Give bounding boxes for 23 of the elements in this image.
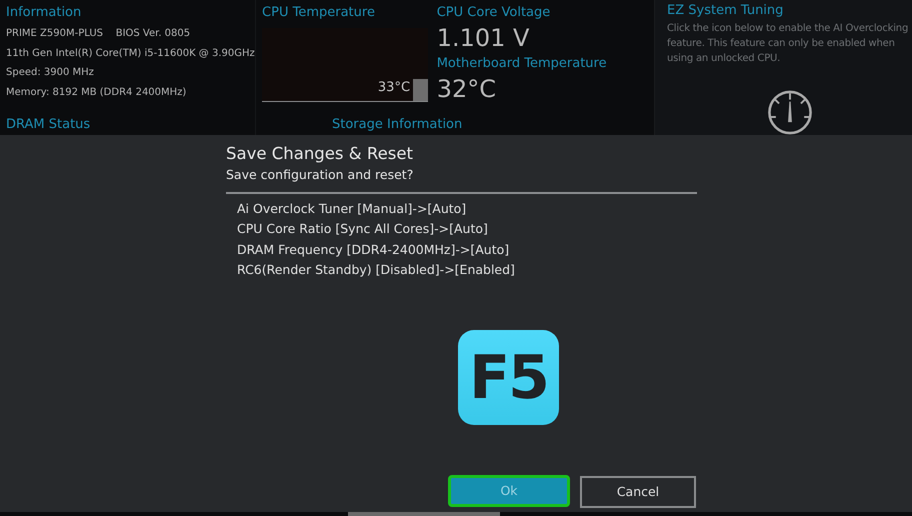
voltage-value: 1.101 V xyxy=(436,23,530,54)
change-item: Ai Overclock Tuner [Manual]->[Auto] xyxy=(237,200,468,218)
info-text: Speed: 3900 MHz xyxy=(6,66,94,80)
section-title: Information xyxy=(6,4,82,22)
section-title: Motherboard Temperature xyxy=(436,55,608,73)
section-title: CPU Temperature xyxy=(262,4,376,22)
f5-key-icon: F5 xyxy=(458,330,559,426)
section-title: Storage Information xyxy=(332,116,464,134)
cancel-button[interactable]: Cancel xyxy=(580,476,696,508)
section-title: EZ System Tuning xyxy=(667,2,784,20)
change-item: RC6(Render Standby) [Disabled]->[Enabled] xyxy=(237,260,516,279)
info-text: Memory: 8192 MB (DDR4 2400MHz) xyxy=(6,86,186,100)
section-title: CPU Core Voltage xyxy=(436,4,552,22)
info-text: PRIME Z590M-PLUS BIOS Ver. 0805 xyxy=(6,27,190,41)
dialog-subtitle: Save configuration and reset? xyxy=(226,166,414,184)
temperature-value: 32°C xyxy=(436,74,498,105)
temperature-reading: 33°C xyxy=(378,78,410,96)
info-text: 11th Gen Intel(R) Core(TM) i5-11600K @ 3.90GHz xyxy=(6,46,255,60)
description-text: Click the icon below to enable the AI Overclocking feature. This feature can only be enabled when using an unlocked CPU. xyxy=(667,22,910,66)
dialog-title: Save Changes & Reset xyxy=(226,143,414,165)
section-title: DRAM Status xyxy=(6,116,92,134)
change-item: CPU Core Ratio [Sync All Cores]->[Auto] xyxy=(237,220,489,238)
change-item: DRAM Frequency [DDR4-2400MHz]->[Auto] xyxy=(237,240,510,259)
